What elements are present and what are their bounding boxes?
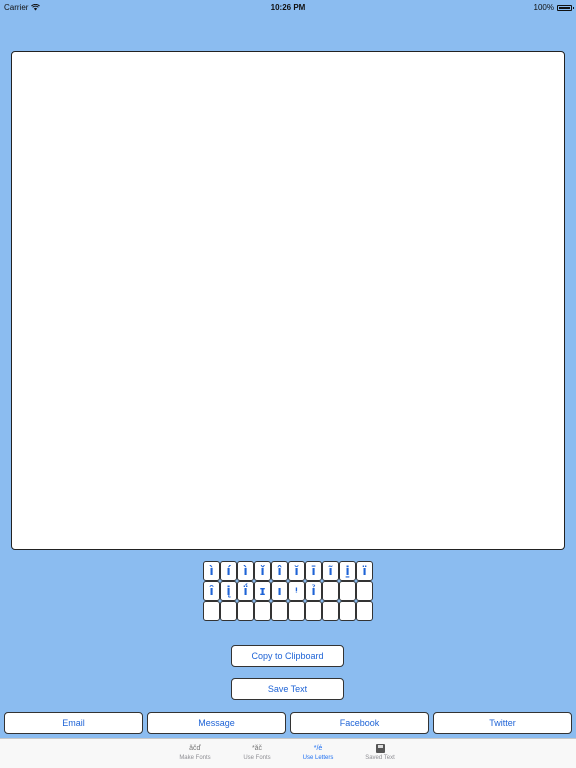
letter-key[interactable] — [288, 601, 305, 621]
letter-key[interactable] — [237, 601, 254, 621]
letter-key[interactable]: ǐ — [254, 561, 271, 581]
battery-icon — [557, 4, 574, 11]
tab-label: Saved Text — [365, 755, 395, 761]
tab-make-fonts[interactable]: ăčď Make Fonts — [160, 742, 230, 768]
letter-key[interactable]: į — [220, 581, 237, 601]
letter-key[interactable]: ĩ — [322, 561, 339, 581]
letter-key[interactable]: ï — [356, 561, 373, 581]
tab-saved-text[interactable]: Saved Text — [345, 742, 415, 768]
letter-key[interactable] — [322, 601, 339, 621]
letter-key[interactable]: ᵎ — [288, 581, 305, 601]
tab-use-letters[interactable]: */é Use Letters — [283, 742, 353, 768]
letter-key[interactable]: ì — [203, 561, 220, 581]
letter-key[interactable] — [220, 601, 237, 621]
letter-key[interactable]: ỉ — [305, 581, 322, 601]
status-bar: Carrier 10:26 PM 100% — [0, 0, 576, 14]
letter-key[interactable]: î — [271, 561, 288, 581]
saved-text-icon-wrap — [345, 742, 415, 755]
use-letters-icon: */é — [313, 745, 323, 752]
save-text-button[interactable]: Save Text — [231, 678, 344, 700]
letter-key[interactable]: ĭ — [288, 561, 305, 581]
letter-key[interactable]: ì — [237, 561, 254, 581]
letter-key[interactable] — [339, 581, 356, 601]
text-editor[interactable] — [11, 51, 565, 550]
email-button[interactable]: Email — [4, 712, 143, 734]
letter-key[interactable]: ı — [271, 581, 288, 601]
letter-key[interactable]: ī — [305, 561, 322, 581]
letter-key[interactable] — [203, 601, 220, 621]
battery-status: 100% — [533, 3, 574, 12]
letter-key[interactable] — [271, 601, 288, 621]
letter-key[interactable] — [322, 581, 339, 601]
share-buttons: Email Message Facebook Twitter — [4, 712, 572, 734]
tab-bar: ăčď Make Fonts *ăč Use Fonts */é Use Let… — [0, 738, 576, 768]
make-fonts-icon: ăčď — [189, 745, 201, 752]
twitter-button[interactable]: Twitter — [433, 712, 572, 734]
tab-use-fonts[interactable]: *ăč Use Fonts — [222, 742, 292, 768]
tab-label: Use Fonts — [243, 755, 271, 761]
use-fonts-icon: *ăč — [251, 745, 263, 752]
letter-keyboard: ì í ì ǐ î ĭ ī ĩ i̱ ï ȋ į ḯ ɪ ı ᵎ ỉ — [203, 561, 373, 621]
tab-label: Use Letters — [302, 755, 334, 761]
letter-key[interactable]: í — [220, 561, 237, 581]
letter-key[interactable] — [339, 601, 356, 621]
letter-key[interactable]: ȋ — [203, 581, 220, 601]
facebook-button[interactable]: Facebook — [290, 712, 429, 734]
message-button[interactable]: Message — [147, 712, 286, 734]
tab-label: Make Fonts — [179, 755, 211, 761]
copy-to-clipboard-button[interactable]: Copy to Clipboard — [231, 645, 344, 667]
letter-key[interactable] — [356, 581, 373, 601]
battery-percent: 100% — [533, 3, 554, 12]
letter-key[interactable]: ɪ — [254, 581, 271, 601]
letter-key[interactable] — [254, 601, 271, 621]
letter-key[interactable] — [305, 601, 322, 621]
letter-key[interactable] — [356, 601, 373, 621]
floppy-disk-icon — [375, 743, 385, 753]
letter-key[interactable]: i̱ — [339, 561, 356, 581]
letter-key[interactable]: ḯ — [237, 581, 254, 601]
status-time: 10:26 PM — [270, 3, 306, 12]
